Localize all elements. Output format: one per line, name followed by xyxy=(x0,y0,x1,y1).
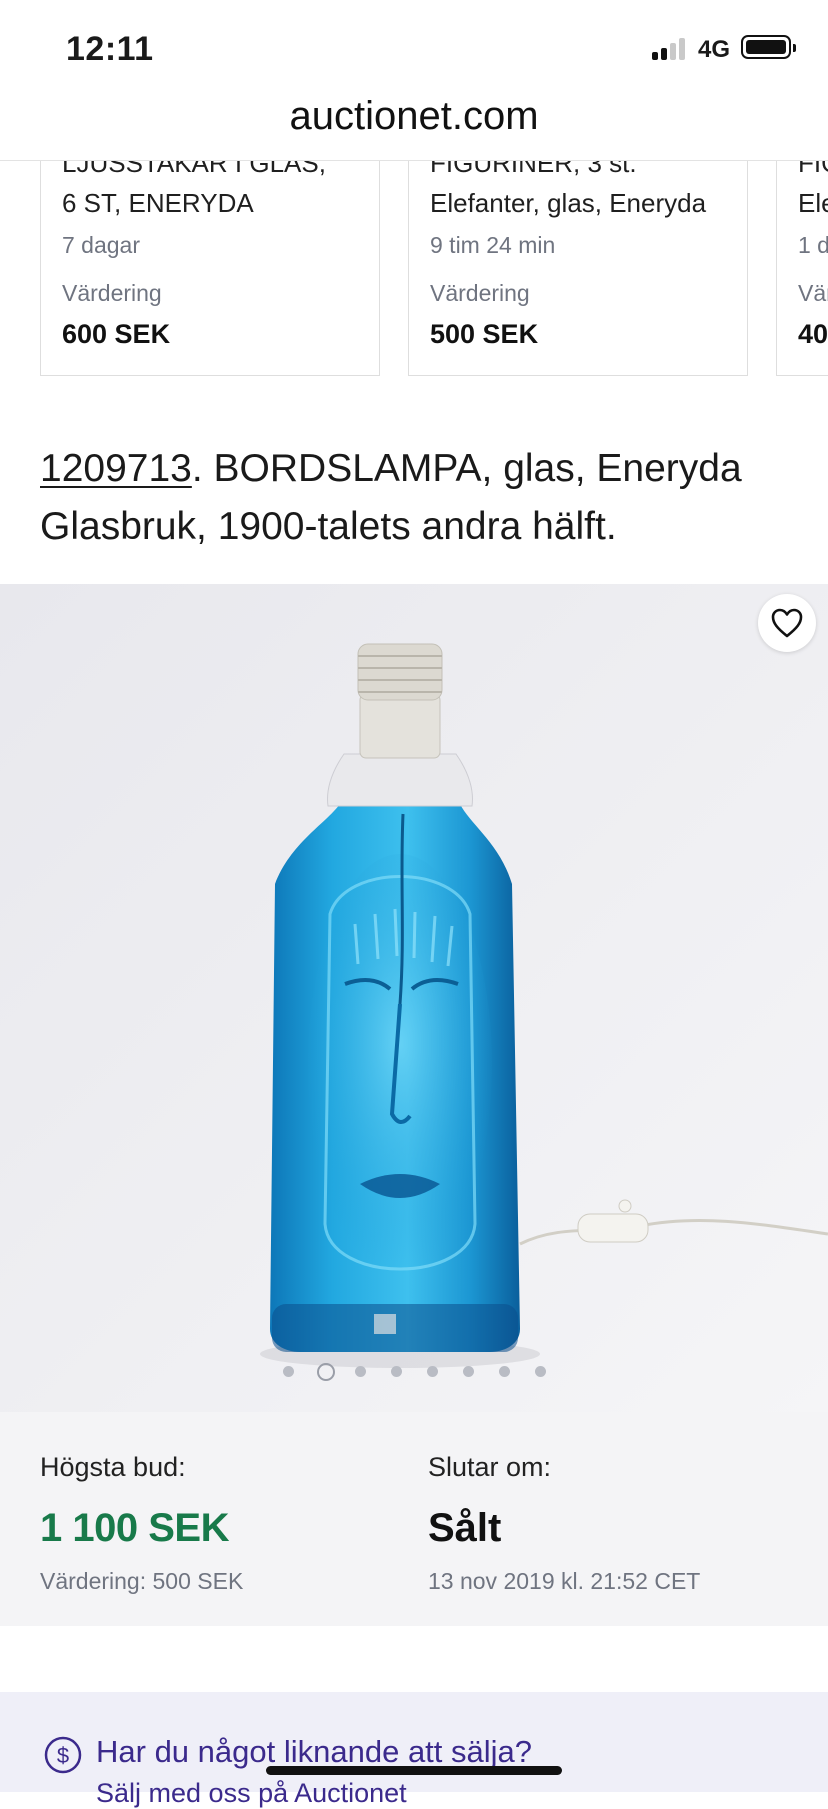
ends-label: Slutar om: xyxy=(428,1452,552,1482)
lamp-illustration xyxy=(0,584,828,1412)
related-item-valuation: 500 SEK xyxy=(430,319,539,349)
related-item-valuation-label: Värdering xyxy=(62,280,162,306)
related-item-valuation: 600 SEK xyxy=(62,319,171,349)
dollar-circle-icon: $ xyxy=(44,1736,82,1774)
related-item-title: Ele xyxy=(798,188,828,218)
related-items-carousel[interactable]: LJUSSTAKAR I GLAS, 6 ST, ENERYDA 7 dagar… xyxy=(0,140,828,380)
home-indicator xyxy=(266,1766,562,1775)
heart-icon xyxy=(771,608,803,638)
sell-question-link[interactable]: Har du något liknande att sälja? xyxy=(96,1734,532,1770)
pagination-dot[interactable] xyxy=(462,1366,474,1377)
pagination-dot[interactable] xyxy=(534,1366,546,1377)
related-item-valuation-label: Vär xyxy=(798,280,828,306)
related-item-valuation-label: Värdering xyxy=(430,280,530,306)
related-item-card[interactable]: FIGURINER, 3 st. Elefanter, glas, Eneryd… xyxy=(408,140,748,376)
pagination-dot[interactable] xyxy=(498,1366,510,1377)
pagination-dot[interactable] xyxy=(282,1366,294,1377)
valuation-text: Värdering: 500 SEK xyxy=(40,1568,244,1594)
related-item-title: 6 ST, ENERYDA xyxy=(62,188,254,218)
auction-status: Sålt xyxy=(428,1506,502,1550)
related-item-time-left: 9 tim 24 min xyxy=(430,232,556,258)
highest-bid-amount: 1 100 SEK xyxy=(40,1506,229,1550)
address-bar[interactable]: auctionet.com xyxy=(0,82,828,161)
signal-icon xyxy=(652,36,690,60)
lot-number-link[interactable]: 1209713 xyxy=(40,447,192,490)
sell-banner[interactable]: $ Har du något liknande att sälja? Sälj … xyxy=(0,1692,828,1808)
product-image[interactable] xyxy=(0,584,828,1412)
lot-title: 1209713. BORDSLAMPA, glas, Eneryda Glasb… xyxy=(40,440,800,556)
pagination-dot[interactable] xyxy=(426,1366,438,1377)
battery-icon xyxy=(741,35,796,59)
pagination-dot[interactable] xyxy=(354,1366,366,1377)
pagination-dot[interactable] xyxy=(390,1366,402,1377)
related-item-card[interactable]: LJUSSTAKAR I GLAS, 6 ST, ENERYDA 7 dagar… xyxy=(40,140,380,376)
network-type: 4G xyxy=(698,36,731,63)
status-time: 12:11 xyxy=(66,30,154,68)
pagination-dot[interactable] xyxy=(317,1363,335,1381)
image-pagination[interactable] xyxy=(0,1362,828,1382)
related-item-time-left: 7 dagar xyxy=(62,232,141,258)
svg-text:$: $ xyxy=(57,1743,69,1768)
related-item-valuation: 40 xyxy=(798,319,828,349)
sell-subtext: Sälj med oss på Auctionet xyxy=(96,1778,407,1808)
related-item-card[interactable]: FIG Ele 1 d Vär 40 xyxy=(776,140,828,376)
related-item-title: Elefanter, glas, Eneryda xyxy=(430,188,707,218)
bid-panel: Högsta bud: 1 100 SEK Värdering: 500 SEK… xyxy=(0,1412,828,1626)
related-item-time-left: 1 d xyxy=(798,232,828,258)
highest-bid-label: Högsta bud: xyxy=(40,1452,186,1482)
favorite-button[interactable] xyxy=(758,594,816,652)
url-text[interactable]: auctionet.com xyxy=(0,94,828,139)
end-time: 13 nov 2019 kl. 21:52 CET xyxy=(428,1568,701,1594)
